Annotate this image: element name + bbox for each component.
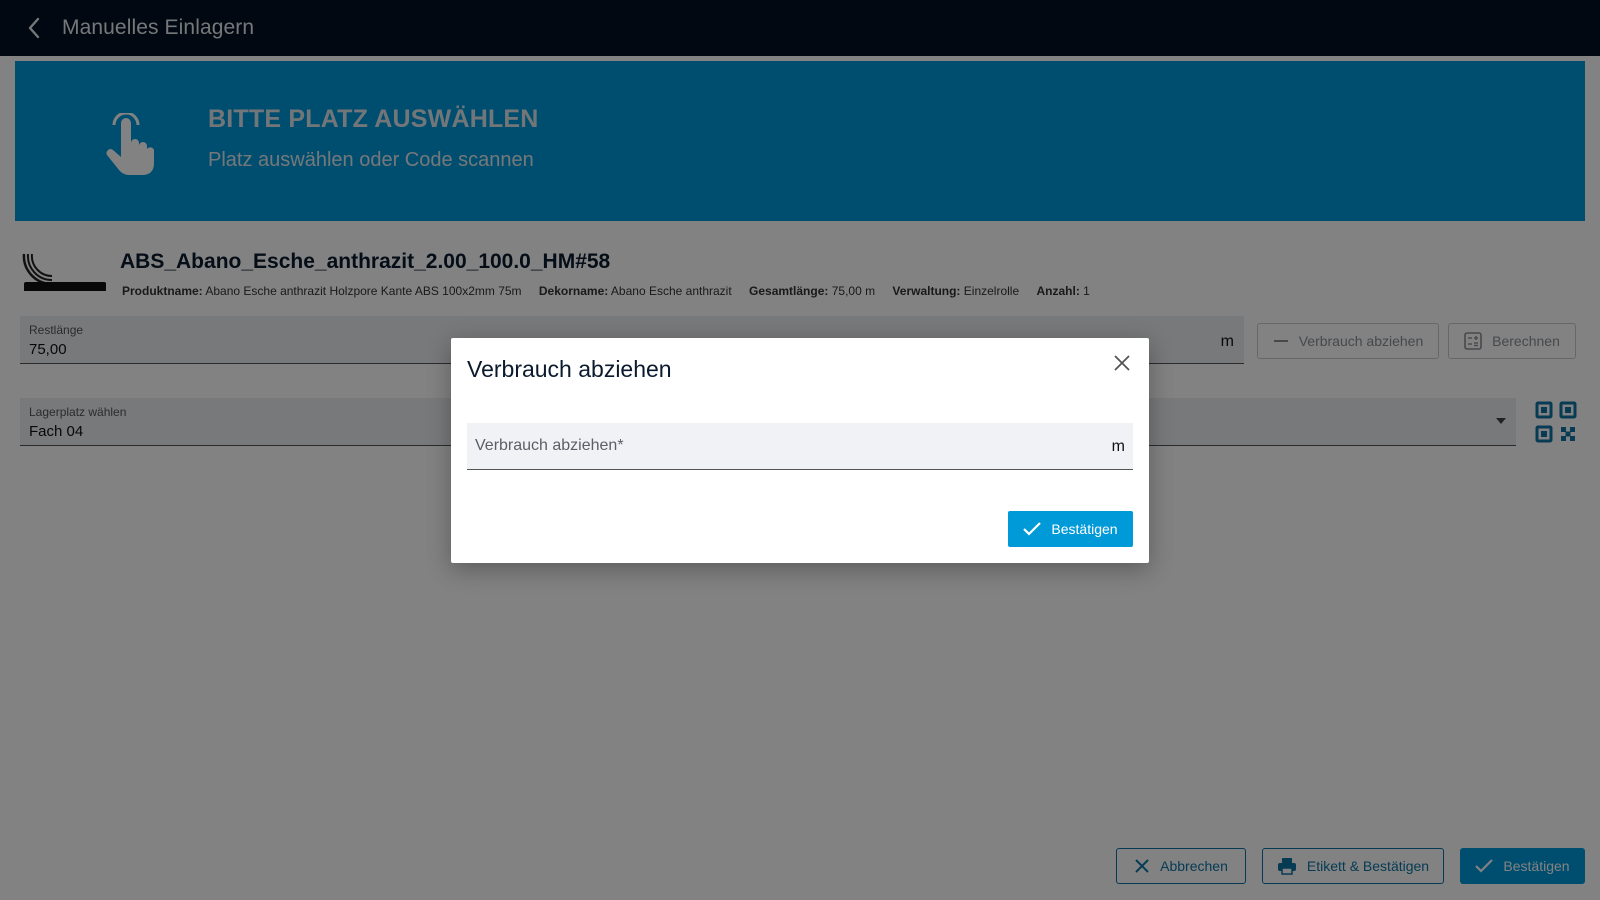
dialog-confirm-button[interactable]: Bestätigen [1008, 511, 1133, 547]
verbrauch-input[interactable] [467, 423, 1103, 469]
verbrauch-dialog: Verbrauch abziehen m Bestätigen [451, 338, 1149, 563]
close-icon [1114, 355, 1130, 371]
dialog-title: Verbrauch abziehen [467, 356, 672, 382]
verbrauch-unit: m [1111, 438, 1125, 455]
dialog-confirm-label: Bestätigen [1051, 521, 1118, 537]
verbrauch-input-field: m [467, 423, 1133, 470]
dialog-close-button[interactable] [1111, 352, 1133, 374]
check-icon [1023, 522, 1042, 536]
